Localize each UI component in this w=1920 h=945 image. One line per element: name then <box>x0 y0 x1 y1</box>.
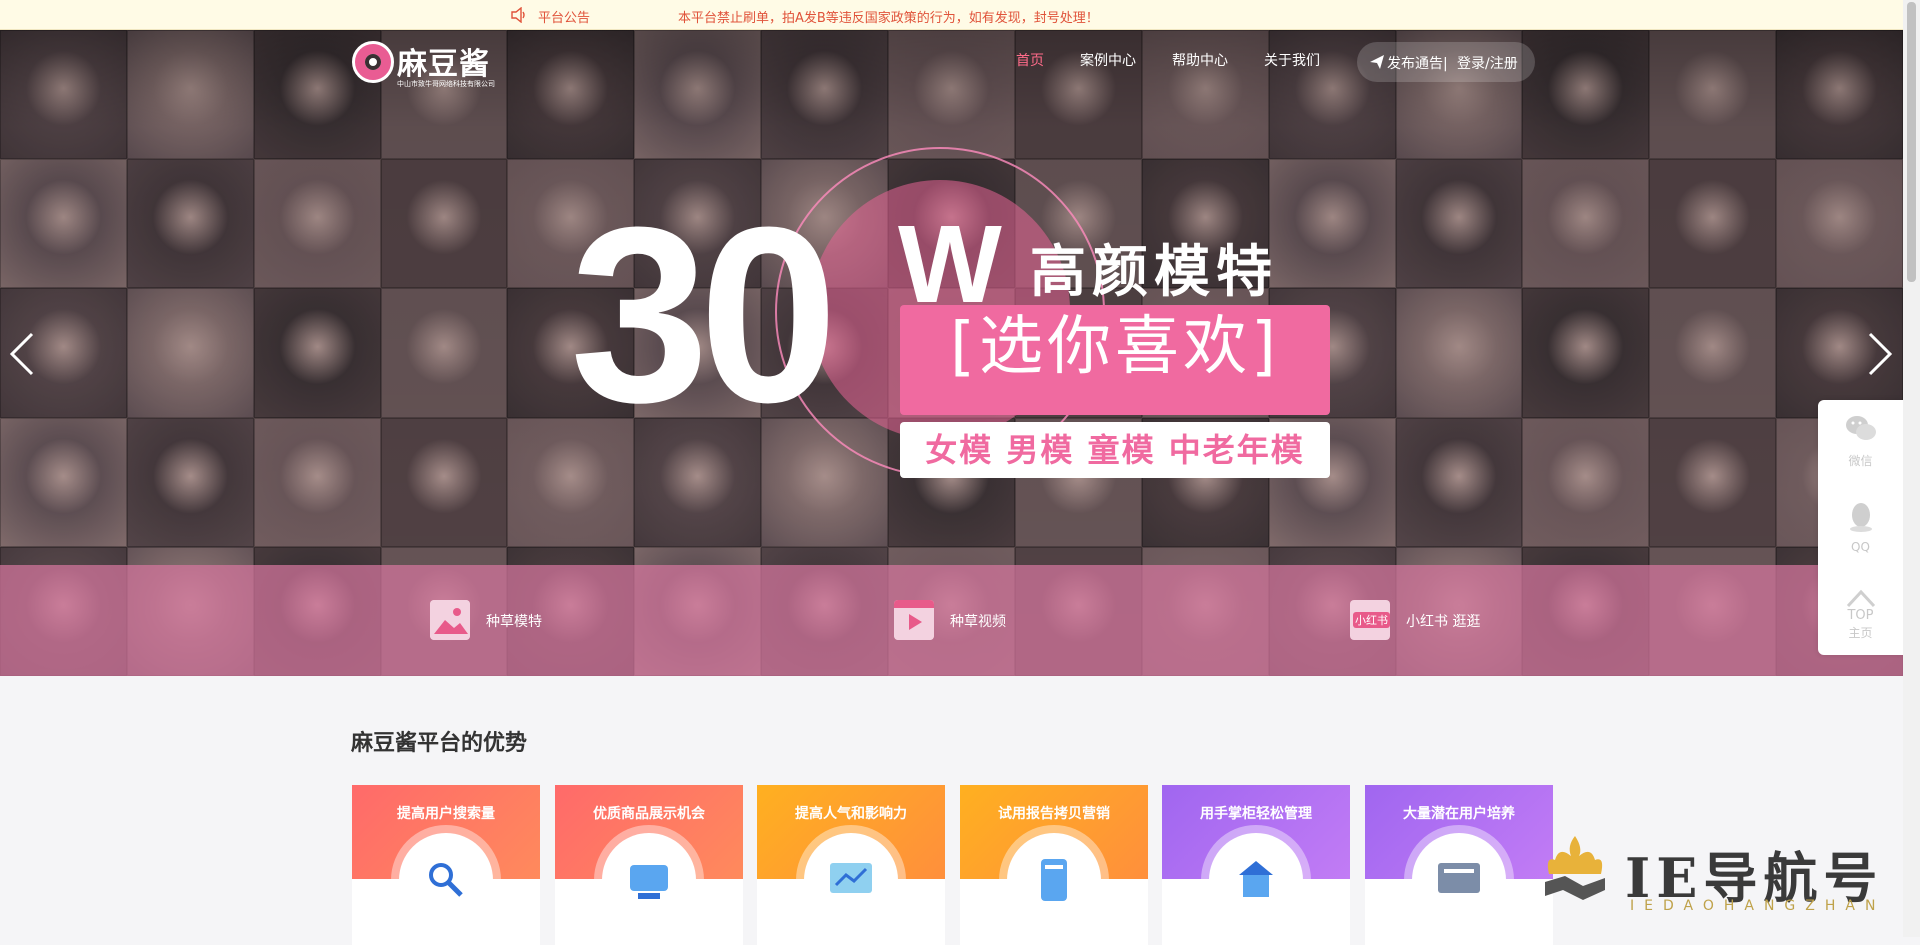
hero-headline: 高颜模特 <box>1030 240 1278 305</box>
notice-bar: 平台公告 本平台禁止刷单，拍A发B等违反国家政策的行为，如有发现，封号处理！ <box>0 0 1920 30</box>
carousel-prev-icon[interactable] <box>8 330 36 378</box>
handshake-logo-icon <box>1545 836 1605 900</box>
advantage-card[interactable]: 提高人气和影响力 <box>757 785 945 945</box>
page-scrollbar[interactable] <box>1903 0 1920 937</box>
hero-unit: W <box>898 203 1002 326</box>
advantage-card-icon <box>1412 833 1506 927</box>
logo-mark-icon <box>352 41 394 83</box>
advantage-card[interactable]: 试用报告拷贝营销 <box>960 785 1148 945</box>
side-top-sub: 主页 <box>1848 626 1873 640</box>
side-top[interactable]: TOP 主页 <box>1818 570 1903 650</box>
speaker-icon <box>511 7 525 23</box>
advantage-card-icon <box>804 833 898 927</box>
strip-label-models: 种草模特 <box>486 614 542 630</box>
nav-help[interactable]: 帮助中心 <box>1172 50 1228 70</box>
image-icon <box>430 600 470 640</box>
strip-label-videos: 种草视频 <box>950 614 1006 630</box>
notice-message: 本平台禁止刷单，拍A发B等违反国家政策的行为，如有发现，封号处理！ <box>678 11 1099 26</box>
advantage-card-title: 提高人气和影响力 <box>795 806 907 822</box>
site-logo[interactable]: 麻豆酱 中山市致牛哥网络科技有限公司 <box>352 39 495 89</box>
side-qq-label: QQ <box>1851 540 1870 554</box>
ie-watermark: IE导航号 IEDAOHANGZHAN <box>1535 830 1895 930</box>
strip-label-xiaohongshu: 小红书 逛逛 <box>1406 614 1481 630</box>
wechat-icon <box>1846 416 1876 440</box>
advantage-card[interactable]: 大量潜在用户培养 <box>1365 785 1553 945</box>
hero-types-text: 女模 男模 童模 中老年模 <box>925 431 1305 469</box>
advantage-card-icon <box>602 833 696 927</box>
advantage-card-title: 试用报告拷贝营销 <box>998 806 1110 822</box>
hero-banner: 麻豆酱 中山市致牛哥网络科技有限公司 首页 案例中心 帮助中心 关于我们 发布通… <box>0 30 1903 676</box>
nav-cases[interactable]: 案例中心 <box>1080 50 1136 70</box>
advantage-card-icon <box>1007 833 1101 927</box>
hero-pick-box: [选你喜欢] <box>900 305 1330 415</box>
advantage-card[interactable]: 优质商品展示机会 <box>555 785 743 945</box>
notice-label: 平台公告 <box>538 11 591 26</box>
xiaohongshu-icon: 小红书 <box>1350 600 1390 640</box>
advantage-card[interactable]: 用手掌柜轻松管理 <box>1162 785 1350 945</box>
side-top-label: TOP <box>1847 608 1874 623</box>
advantage-card-title: 大量潜在用户培养 <box>1403 806 1515 822</box>
carousel-next-icon[interactable] <box>1866 330 1894 378</box>
side-wechat[interactable]: 微信 <box>1818 400 1903 480</box>
side-qq[interactable]: QQ <box>1818 488 1903 568</box>
side-wechat-label: 微信 <box>1848 454 1873 468</box>
login-register-button[interactable]: 登录/注册 <box>1457 53 1518 73</box>
scrollbar-thumb[interactable] <box>1907 2 1916 282</box>
advantage-card-icon <box>1209 833 1303 927</box>
advantage-card-title: 优质商品展示机会 <box>593 806 705 822</box>
advantage-card-title: 用手掌柜轻松管理 <box>1200 806 1312 822</box>
hero-number: 30 <box>570 175 838 454</box>
advantage-card[interactable]: 提高用户搜索量 <box>352 785 540 945</box>
logo-company: 中山市致牛哥网络科技有限公司 <box>397 80 495 88</box>
hero-pick-text: [选你喜欢] <box>950 310 1280 384</box>
publish-login-pill: 发布通告| 登录/注册 <box>1357 42 1535 82</box>
qq-icon <box>1850 503 1872 532</box>
hero-types-box: 女模 男模 童模 中老年模 <box>900 422 1330 478</box>
xiaohongshu-badge: 小红书 <box>1353 612 1390 628</box>
video-play-icon <box>894 600 934 640</box>
publish-notice-button[interactable]: 发布通告| <box>1387 53 1448 73</box>
advantage-card-title: 提高用户搜索量 <box>397 806 495 822</box>
advantages-title: 麻豆酱平台的优势 <box>351 731 528 756</box>
side-toolbar: 微信 QQ TOP 主页 <box>1818 400 1903 655</box>
logo-name: 麻豆酱 <box>397 47 490 82</box>
nav-about[interactable]: 关于我们 <box>1264 50 1320 70</box>
nav-home[interactable]: 首页 <box>1016 50 1044 70</box>
paper-plane-icon <box>1370 55 1384 69</box>
watermark-subtext: IEDAOHANGZHAN <box>1630 898 1886 914</box>
advantage-card-icon <box>399 833 493 927</box>
